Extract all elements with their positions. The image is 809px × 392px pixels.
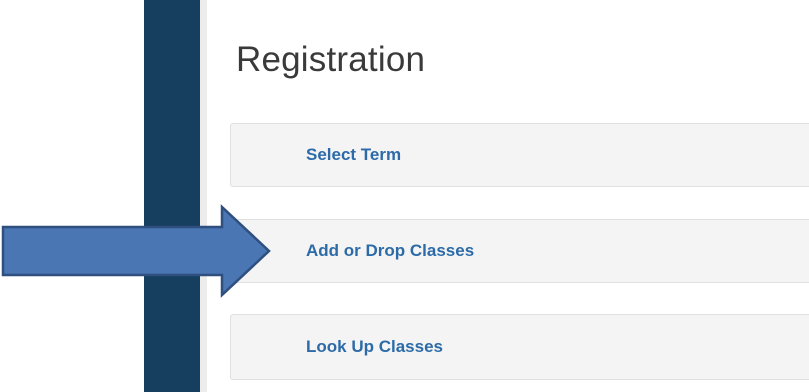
left-sidebar: [144, 0, 200, 392]
arrow-right-icon: [1, 204, 271, 298]
page-title: Registration: [236, 40, 426, 79]
sidebar-divider: [200, 0, 207, 392]
menu-item-select-term[interactable]: Select Term: [230, 123, 809, 187]
add-drop-classes-link[interactable]: Add or Drop Classes: [306, 241, 474, 261]
arrow-right-icon-shape: [1, 204, 271, 298]
menu-item-add-drop-classes[interactable]: Add or Drop Classes: [230, 219, 809, 283]
select-term-link[interactable]: Select Term: [306, 145, 401, 165]
menu-item-look-up-classes[interactable]: Look Up Classes: [230, 314, 809, 380]
look-up-classes-link[interactable]: Look Up Classes: [306, 337, 443, 357]
